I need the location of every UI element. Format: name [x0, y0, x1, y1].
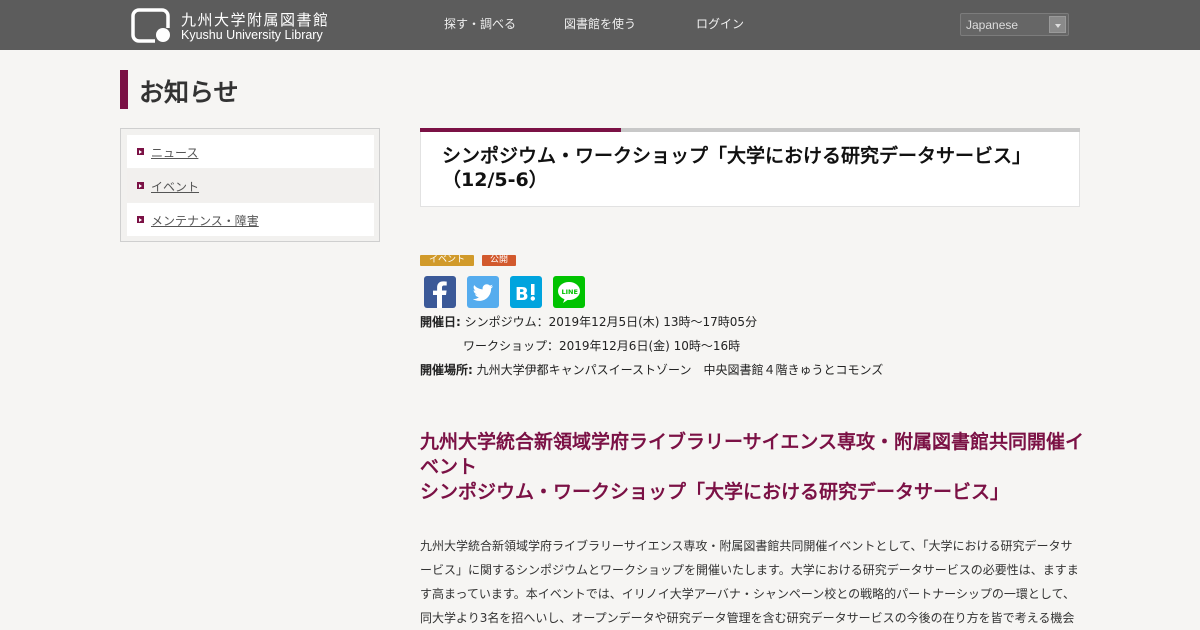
event-venue: 九州大学伊都キャンパスイーストゾーン 中央図書館４階きゅうとコモンズ	[476, 363, 884, 377]
sidebar-item-maintenance[interactable]: メンテナンス・障害	[127, 203, 374, 236]
library-logo-icon	[131, 8, 172, 43]
event-date-workshop: ワークショップ：2019年12月6日(金) 10時～16時	[463, 339, 741, 353]
event-venue-label: 開催場所:	[420, 363, 473, 377]
sidebar-item-news[interactable]: ニュース	[127, 135, 374, 168]
event-venue-row: 開催場所: 九州大学伊都キャンパスイーストゾーン 中央図書館４階きゅうとコモンズ	[420, 361, 883, 378]
nav-search[interactable]: 探す・調べる	[444, 15, 516, 32]
content-heading-line2: シンポジウム・ワークショップ「大学における研究データサービス」	[420, 481, 1010, 503]
svg-text:B: B	[515, 284, 529, 305]
sidebar: ニュース イベント メンテナンス・障害	[120, 128, 380, 242]
content-heading-line1: 九州大学統合新領域学府ライブラリーサイエンス専攻・附属図書館共同開催イベント	[420, 431, 1085, 478]
nav-login[interactable]: ログイン	[696, 15, 744, 32]
language-select[interactable]: Japanese	[960, 13, 1069, 36]
logo-text-en: Kyushu University Library	[181, 28, 323, 42]
page-title: お知らせ	[139, 78, 239, 107]
content-heading: 九州大学統合新領域学府ライブラリーサイエンス専攻・附属図書館共同開催イベント シ…	[420, 430, 1085, 505]
hatena-share-button[interactable]: B	[510, 276, 542, 308]
logo-text-ja: 九州大学附属図書館	[181, 11, 330, 29]
library-logo[interactable]: 九州大学附属図書館 Kyushu University Library	[131, 8, 341, 44]
sidebar-item-label: イベント	[151, 180, 200, 194]
category-badge-public[interactable]: 公開	[482, 255, 516, 266]
chevron-down-icon	[1049, 16, 1066, 33]
arrow-bullet-icon	[137, 216, 144, 223]
sidebar-item-events[interactable]: イベント	[127, 169, 374, 202]
event-date-label: 開催日:	[420, 315, 461, 329]
hatena-bookmark-icon: B	[515, 284, 535, 305]
twitter-icon	[472, 284, 493, 301]
facebook-share-button[interactable]	[424, 276, 456, 308]
line-share-button[interactable]: LINE	[553, 276, 585, 308]
article-title: シンポジウム・ワークショップ「大学における研究データサービス」（12/5-6）	[442, 145, 1032, 191]
sidebar-item-label: ニュース	[151, 146, 199, 160]
line-icon: LINE	[558, 282, 580, 303]
sidebar-item-label: メンテナンス・障害	[151, 214, 259, 228]
page-title-accent	[120, 70, 128, 109]
arrow-bullet-icon	[137, 182, 144, 189]
top-header: 九州大学附属図書館 Kyushu University Library 探す・調…	[0, 0, 1200, 50]
nav-use-library[interactable]: 図書館を使う	[564, 15, 636, 32]
content-body: 九州大学統合新領域学府ライブラリーサイエンス専攻・附属図書館共同開催イベントとし…	[420, 539, 1079, 625]
article-title-accent	[420, 128, 621, 132]
arrow-bullet-icon	[137, 148, 144, 155]
event-date-row: 開催日: シンポジウム：2019年12月5日(木) 13時～17時05分	[420, 313, 757, 330]
language-select-value: Japanese	[966, 18, 1019, 32]
twitter-share-button[interactable]	[467, 276, 499, 308]
event-date-symposium: シンポジウム：2019年12月5日(木) 13時～17時05分	[464, 315, 758, 329]
svg-text:LINE: LINE	[562, 288, 578, 296]
category-badge-event[interactable]: イベント	[420, 255, 474, 266]
facebook-icon	[433, 281, 447, 308]
